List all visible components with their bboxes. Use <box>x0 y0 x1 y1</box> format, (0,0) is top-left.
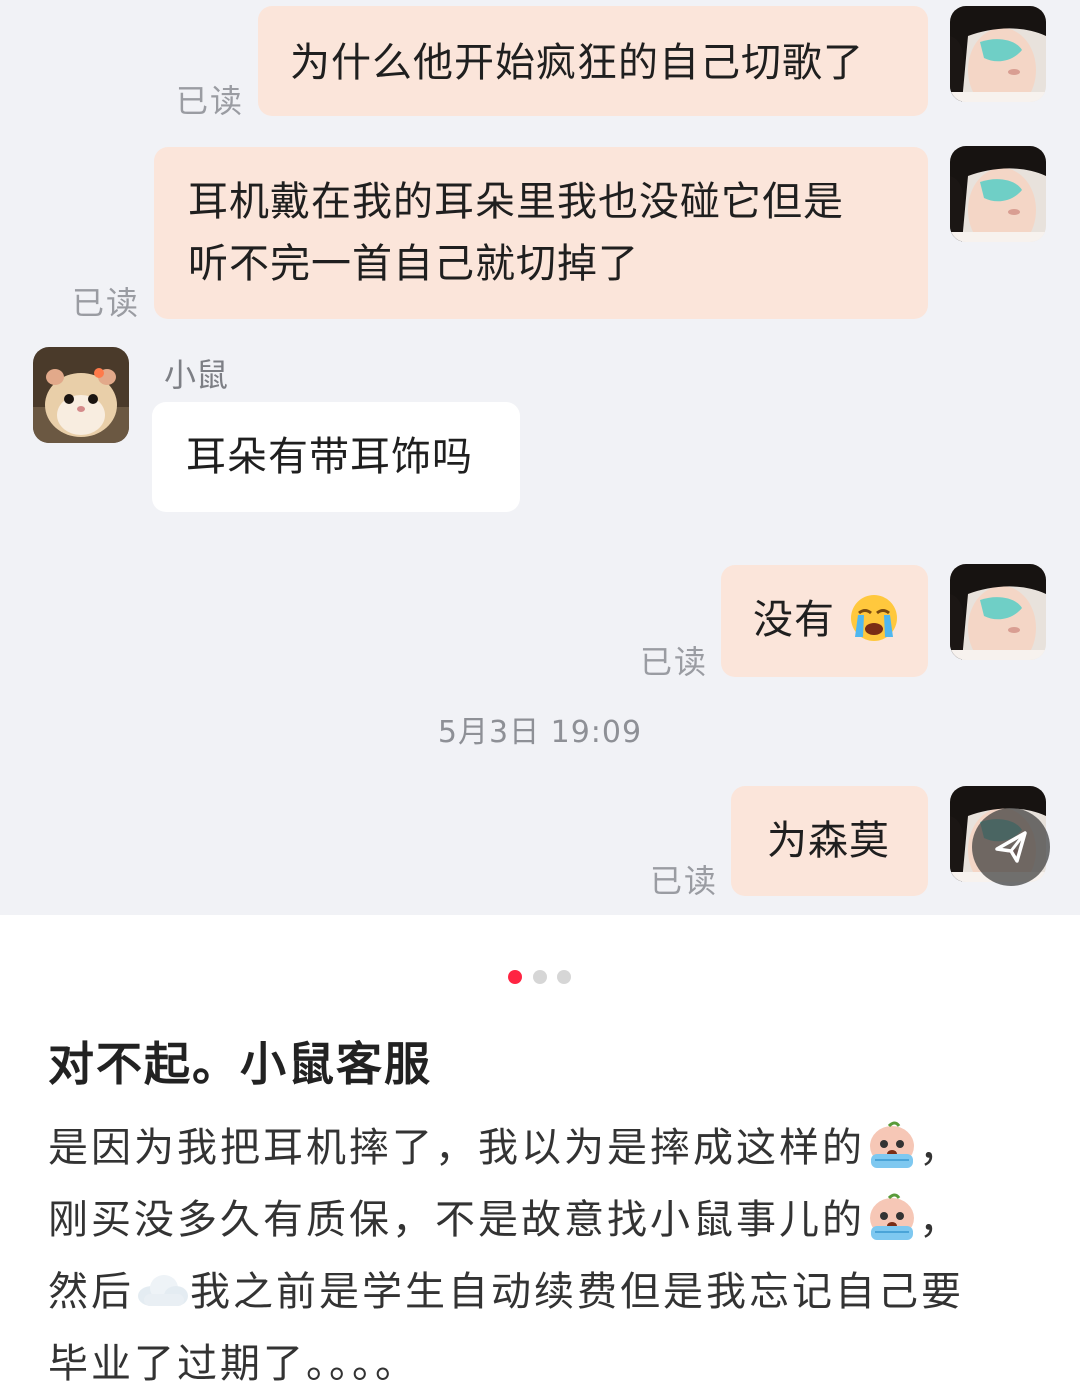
loudly-crying-face-emoji <box>850 595 897 641</box>
post-text: ， <box>919 1197 962 1243</box>
message-text: 为什么他开始疯狂的自己切歌了 <box>290 40 864 86</box>
read-receipt: 已读 <box>650 862 719 900</box>
post-text: 是因为我把耳机摔了，我以为是摔成这样的 <box>48 1125 865 1171</box>
post-body-line: 是因为我把耳机摔了，我以为是摔成这样的 ， <box>48 1112 1038 1184</box>
read-receipt: 已读 <box>176 82 245 120</box>
post-body-line: 毕业了过期了。。。。 <box>48 1328 1038 1400</box>
post-body-line: 刚买没多久有质保，不是故意找小鼠事儿的 ， <box>48 1184 1038 1256</box>
chat-screenshot: 为什么他开始疯狂的自己切歌了 已读 耳机戴在我的耳朵里我也没碰它但是 听不完一首… <box>0 0 1080 915</box>
post-text: 毕业了过期了。。。。 <box>48 1341 418 1387</box>
crying-peach-sticker <box>870 1193 914 1240</box>
post-body-line: 然后 我之前是学生自动续费但是我忘记自己要 <box>48 1256 1038 1328</box>
cloud-emoji <box>138 1275 188 1306</box>
hamster-avatar[interactable] <box>33 347 129 443</box>
my-avatar[interactable] <box>950 146 1046 242</box>
post-text: 刚买没多久有质保，不是故意找小鼠事儿的 <box>48 1197 865 1243</box>
message-text: 没有 <box>753 597 835 643</box>
carousel-indicator[interactable] <box>0 970 1080 986</box>
post-text: 我之前是学生自动续费但是我忘记自己要 <box>190 1269 964 1315</box>
read-receipt: 已读 <box>72 284 141 322</box>
message-text: 耳朵有带耳饰吗 <box>186 434 473 480</box>
post-text: 然后 <box>48 1269 134 1315</box>
share-button[interactable] <box>972 808 1050 886</box>
message-bubble-sent[interactable]: 耳机戴在我的耳朵里我也没碰它但是 听不完一首自己就切掉了 <box>154 147 928 319</box>
my-avatar[interactable] <box>950 564 1046 660</box>
read-receipt: 已读 <box>640 643 709 681</box>
my-avatar[interactable] <box>950 6 1046 102</box>
message-bubble-sent[interactable]: 为什么他开始疯狂的自己切歌了 <box>258 6 928 116</box>
share-icon <box>995 831 1027 863</box>
carousel-dot-active[interactable] <box>508 970 522 984</box>
post-title: 对不起。小鼠客服 <box>48 1037 432 1091</box>
message-bubble-sent[interactable]: 为森莫 <box>731 786 928 896</box>
post-text: ， <box>919 1125 962 1171</box>
post-body: 是因为我把耳机摔了，我以为是摔成这样的 ， 刚买没多久有质保，不是故意找小鼠事儿… <box>48 1112 1038 1400</box>
message-text-line: 耳机戴在我的耳朵里我也没碰它但是 <box>188 179 844 225</box>
message-text-line: 听不完一首自己就切掉了 <box>188 241 639 287</box>
carousel-dot[interactable] <box>533 970 547 984</box>
chat-timestamp: 5月3日 19:09 <box>437 715 643 750</box>
sender-name: 小鼠 <box>164 356 229 394</box>
message-bubble-received[interactable]: 耳朵有带耳饰吗 <box>152 402 520 512</box>
carousel-dot[interactable] <box>557 970 571 984</box>
crying-peach-sticker <box>870 1121 914 1168</box>
message-bubble-sent[interactable]: 没有 <box>721 565 928 677</box>
message-text: 为森莫 <box>767 818 890 864</box>
